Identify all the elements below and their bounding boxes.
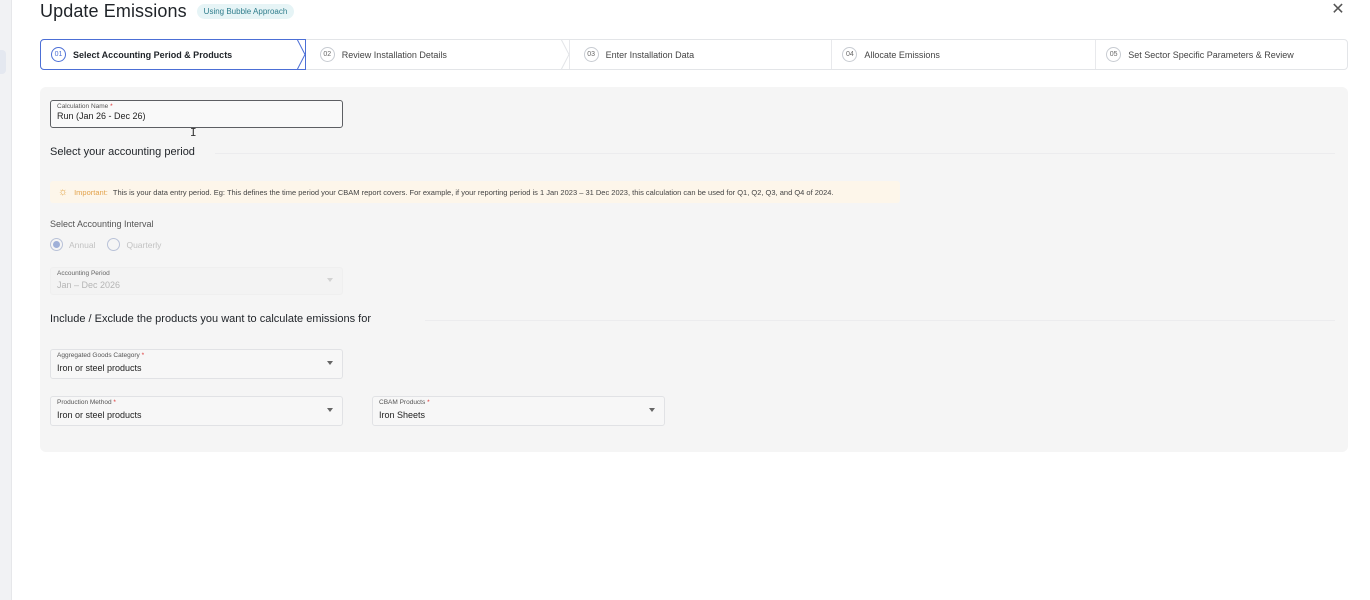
aggregated-goods-value: Iron or steel products <box>57 363 142 373</box>
close-icon[interactable]: ✕ <box>1330 2 1346 18</box>
cbam-products-select[interactable]: CBAM Products * Iron Sheets <box>372 396 665 426</box>
step-allocate-emissions[interactable]: 04 Allocate Emissions <box>832 40 1097 69</box>
step-label: Set Sector Specific Parameters & Review <box>1128 49 1294 60</box>
required-mark: * <box>110 103 113 110</box>
radio-quarterly[interactable] <box>107 238 121 251</box>
divider <box>215 153 1335 154</box>
step-enter-installation-data[interactable]: 03 Enter Installation Data <box>570 40 833 69</box>
step-label: Enter Installation Data <box>605 49 695 60</box>
step-number: 02 <box>319 47 335 62</box>
method-label-text: Production Method <box>57 399 112 406</box>
important-label: Important: <box>74 187 108 197</box>
step-number: 04 <box>842 47 858 62</box>
field-label: Aggregated Goods Category * <box>57 352 144 359</box>
step-number: 01 <box>51 47 66 62</box>
page-title: Update Emissions <box>40 0 187 21</box>
sun-icon: ☼ <box>58 186 69 198</box>
accounting-period-value: Jan – Dec 2026 <box>57 280 121 290</box>
accounting-period-heading: Select your accounting period <box>50 146 195 158</box>
important-banner: ☼ Important: This is your data entry per… <box>50 181 900 203</box>
header: Update Emissions Using Bubble Approach <box>40 0 295 22</box>
rail-marker <box>0 50 6 74</box>
important-text: This is your data entry period. Eg: This… <box>112 187 834 197</box>
calculation-name-input[interactable]: Calculation Name * Run (Jan 26 - Dec 26)… <box>50 100 343 139</box>
required-mark: * <box>113 399 116 406</box>
chevron-down-icon <box>327 361 333 365</box>
required-mark: * <box>427 399 430 406</box>
products-heading: Include / Exclude the products you want … <box>50 313 372 325</box>
field-label: Accounting Period <box>57 270 110 277</box>
step-set-sector-parameters[interactable]: 05 Set Sector Specific Parameters & Revi… <box>1096 40 1347 69</box>
left-rail <box>0 0 12 600</box>
step-review-installation-details[interactable]: 02 Review Installation Details <box>306 39 570 70</box>
radio-annual-label[interactable]: Annual <box>69 240 95 250</box>
calc-name-label-text: Calculation Name <box>57 103 109 110</box>
radio-quarterly-label[interactable]: Quarterly <box>126 240 161 250</box>
approach-badge: Using Bubble Approach <box>196 3 295 19</box>
field-label: Production Method * <box>57 399 116 406</box>
accounting-period-select[interactable]: Accounting Period Jan – Dec 2026 <box>50 267 343 295</box>
divider <box>425 320 1335 321</box>
chevron-down-icon <box>327 408 333 412</box>
cbam-label-text: CBAM Products <box>379 399 426 406</box>
stepper: 01 Select Accounting Period & Products 0… <box>40 39 1348 70</box>
step-label: Review Installation Details <box>341 49 447 60</box>
calculation-name-value: Run (Jan 26 - Dec 26) <box>57 111 146 121</box>
step-label: Allocate Emissions <box>864 49 940 60</box>
radio-selected-dot <box>53 241 60 248</box>
chevron-down-icon <box>649 408 655 412</box>
required-mark: * <box>141 352 145 359</box>
field-label: CBAM Products * <box>379 399 430 406</box>
production-method-select[interactable]: Production Method * Iron or steel produc… <box>50 396 343 426</box>
accounting-interval-label: Select Accounting Interval <box>50 219 154 229</box>
step-number: 05 <box>1106 47 1122 62</box>
step-label: Select Accounting Period & Products <box>73 49 233 60</box>
agg-label-text: Aggregated Goods Category <box>57 352 140 359</box>
form-panel: Calculation Name * Run (Jan 26 - Dec 26)… <box>40 87 1348 452</box>
step-select-accounting-period[interactable]: 01 Select Accounting Period & Products <box>40 39 306 70</box>
step-number: 03 <box>583 47 599 62</box>
aggregated-goods-category-select[interactable]: Aggregated Goods Category * Iron or stee… <box>50 349 343 379</box>
text-cursor-icon: I <box>190 126 197 139</box>
production-method-value: Iron or steel products <box>57 410 142 420</box>
cbam-products-value: Iron Sheets <box>379 410 426 420</box>
chevron-down-icon <box>327 278 333 282</box>
radio-annual[interactable] <box>50 238 63 251</box>
interval-radio-group: Annual Quarterly <box>50 238 173 251</box>
field-label: Calculation Name * <box>57 103 113 110</box>
